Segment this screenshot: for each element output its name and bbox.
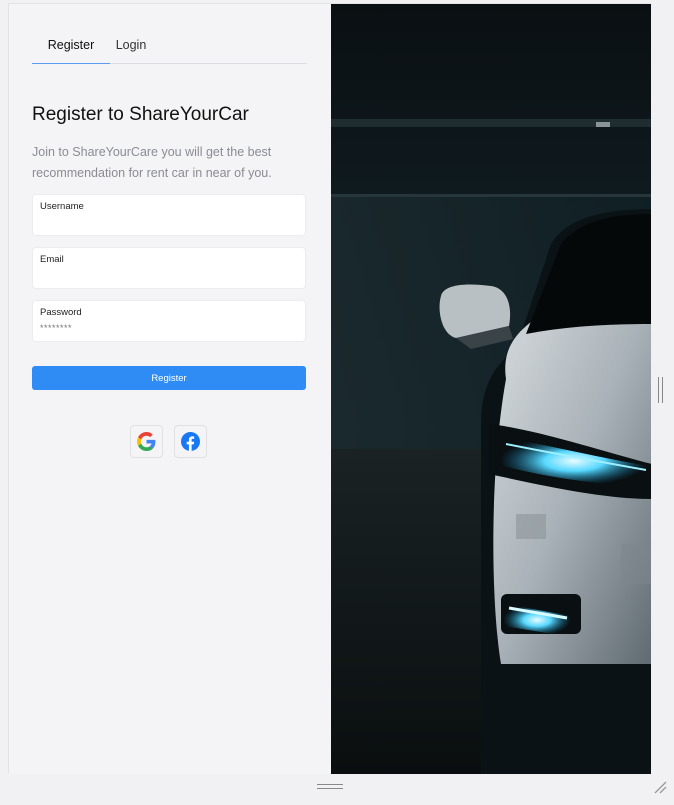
horizontal-resize-handle[interactable] bbox=[317, 784, 343, 789]
email-label: Email bbox=[40, 254, 64, 265]
username-label: Username bbox=[40, 201, 84, 212]
page-title: Register to ShareYourCar bbox=[32, 104, 249, 125]
username-input[interactable] bbox=[40, 214, 295, 230]
password-input[interactable] bbox=[40, 320, 295, 336]
google-icon bbox=[137, 432, 156, 451]
email-input[interactable] bbox=[40, 267, 295, 283]
register-panel: Register Login Register to ShareYourCar … bbox=[9, 4, 331, 774]
app-window: Register Login Register to ShareYourCar … bbox=[8, 3, 651, 774]
google-login-button[interactable] bbox=[130, 425, 163, 458]
resize-grip-icon[interactable] bbox=[653, 780, 667, 794]
facebook-login-button[interactable] bbox=[174, 425, 207, 458]
auth-tabs: Register Login bbox=[32, 30, 307, 64]
page-description: Join to ShareYourCare you will get the b… bbox=[32, 145, 272, 180]
username-field[interactable]: Username bbox=[32, 194, 306, 236]
password-field[interactable]: Password bbox=[32, 300, 306, 342]
email-field[interactable]: Email bbox=[32, 247, 306, 289]
tab-login[interactable]: Login bbox=[110, 38, 152, 64]
tab-register[interactable]: Register bbox=[32, 38, 110, 64]
hero-car-image bbox=[331, 4, 651, 774]
password-label: Password bbox=[40, 307, 82, 318]
vertical-resize-handle[interactable] bbox=[658, 377, 663, 403]
facebook-icon bbox=[181, 432, 200, 451]
car-illustration bbox=[331, 4, 651, 774]
register-button[interactable]: Register bbox=[32, 366, 306, 390]
